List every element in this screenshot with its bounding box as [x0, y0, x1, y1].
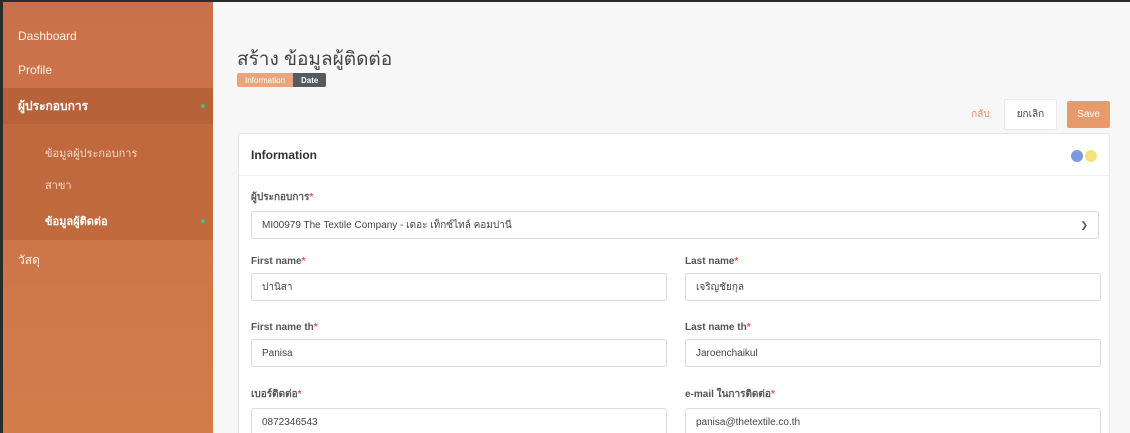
sidebar-item-profile[interactable]: Profile [3, 52, 213, 88]
sidebar-item-label: Profile [18, 63, 53, 77]
phone-field: เบอร์ติดต่อ* 0872346543 [251, 387, 667, 433]
sidebar-subitem-contact[interactable]: ข้อมูลผู้ติดต่อ [3, 204, 213, 238]
chevron-down-icon: ❯ [1080, 220, 1088, 230]
information-card: Information ผู้ประกอบการ* MI00979 The Te… [238, 133, 1110, 433]
sidebar-item-entrepreneur[interactable]: ผู้ประกอบการ [3, 88, 213, 124]
sidebar-item-label: ข้อมูลผู้ประกอบการ [45, 148, 138, 160]
first-name-th-label: First name th* [251, 322, 318, 333]
company-label: ผู้ประกอบการ* [251, 192, 314, 203]
card-indicators [1069, 150, 1097, 162]
sidebar-submenu: ข้อมูลผู้ประกอบการ สาขา ข้อมูลผู้ติดต่อ [3, 124, 213, 240]
first-name-th-field: First name th* Panisa [251, 322, 667, 367]
phone-input[interactable]: 0872346543 [251, 408, 667, 433]
email-field: e-mail ในการติดต่อ* panisa@thetextile.co… [685, 387, 1101, 433]
sidebar-subitem-branch[interactable]: สาขา [3, 168, 213, 202]
sidebar-item-label: สาขา [45, 180, 72, 192]
last-name-th-field: Last name th* Jaroenchaikul [685, 322, 1101, 367]
first-name-field: First name* ปานิสา [251, 256, 667, 301]
last-name-th-input[interactable]: Jaroenchaikul [685, 339, 1101, 367]
sidebar-item-label: Dashboard [18, 29, 77, 43]
company-select[interactable]: MI00979 The Textile Company - เดอะ เท็กซ… [251, 211, 1099, 239]
back-button[interactable]: กลับ [967, 101, 994, 128]
card-title: Information [251, 147, 317, 162]
sidebar-item-label: ผู้ประกอบการ [18, 98, 89, 113]
active-dot-icon [201, 104, 205, 108]
email-label: e-mail ในการติดต่อ* [685, 389, 775, 400]
first-name-th-input[interactable]: Panisa [251, 339, 667, 367]
active-dot-icon [201, 219, 205, 223]
last-name-input[interactable]: เจริญชัยกุล [685, 273, 1101, 301]
sidebar: Dashboard Profile ผู้ประกอบการ ข้อมูลผู้… [3, 2, 213, 433]
card-header: Information [239, 134, 1109, 176]
sidebar-item-label: วัสดุ [18, 252, 40, 267]
page-title: สร้าง ข้อมูลผู้ติดต่อ [237, 49, 393, 70]
last-name-th-label: Last name th* [685, 322, 751, 333]
phone-label: เบอร์ติดต่อ* [251, 389, 302, 400]
tab-information[interactable]: Information [237, 73, 294, 87]
company-field: ผู้ประกอบการ* MI00979 The Textile Compan… [251, 190, 1099, 239]
sidebar-item-dashboard[interactable]: Dashboard [3, 18, 213, 54]
last-name-label: Last name* [685, 256, 739, 267]
last-name-field: Last name* เจริญชัยกุล [685, 256, 1101, 301]
tab-date[interactable]: Date [293, 73, 327, 87]
yellow-circle-icon [1085, 150, 1097, 162]
page-tabs: Information Date [237, 73, 327, 87]
sidebar-item-material[interactable]: วัสดุ [3, 242, 213, 278]
email-input[interactable]: panisa@thetextile.co.th [685, 408, 1101, 433]
first-name-input[interactable]: ปานิสา [251, 273, 667, 301]
sidebar-item-label: ข้อมูลผู้ติดต่อ [45, 216, 108, 228]
company-value: MI00979 The Textile Company - เดอะ เท็กซ… [262, 219, 512, 231]
sidebar-subitem-entrepreneur-info[interactable]: ข้อมูลผู้ประกอบการ [3, 136, 213, 170]
main-content: สร้าง ข้อมูลผู้ติดต่อ Information Date ก… [213, 2, 1130, 433]
cancel-button[interactable]: ยกเลิก [1003, 99, 1058, 130]
blue-circle-icon [1071, 150, 1083, 162]
first-name-label: First name* [251, 256, 306, 267]
action-bar: กลับ ยกเลิก Save [967, 99, 1110, 130]
save-button[interactable]: Save [1067, 101, 1110, 128]
